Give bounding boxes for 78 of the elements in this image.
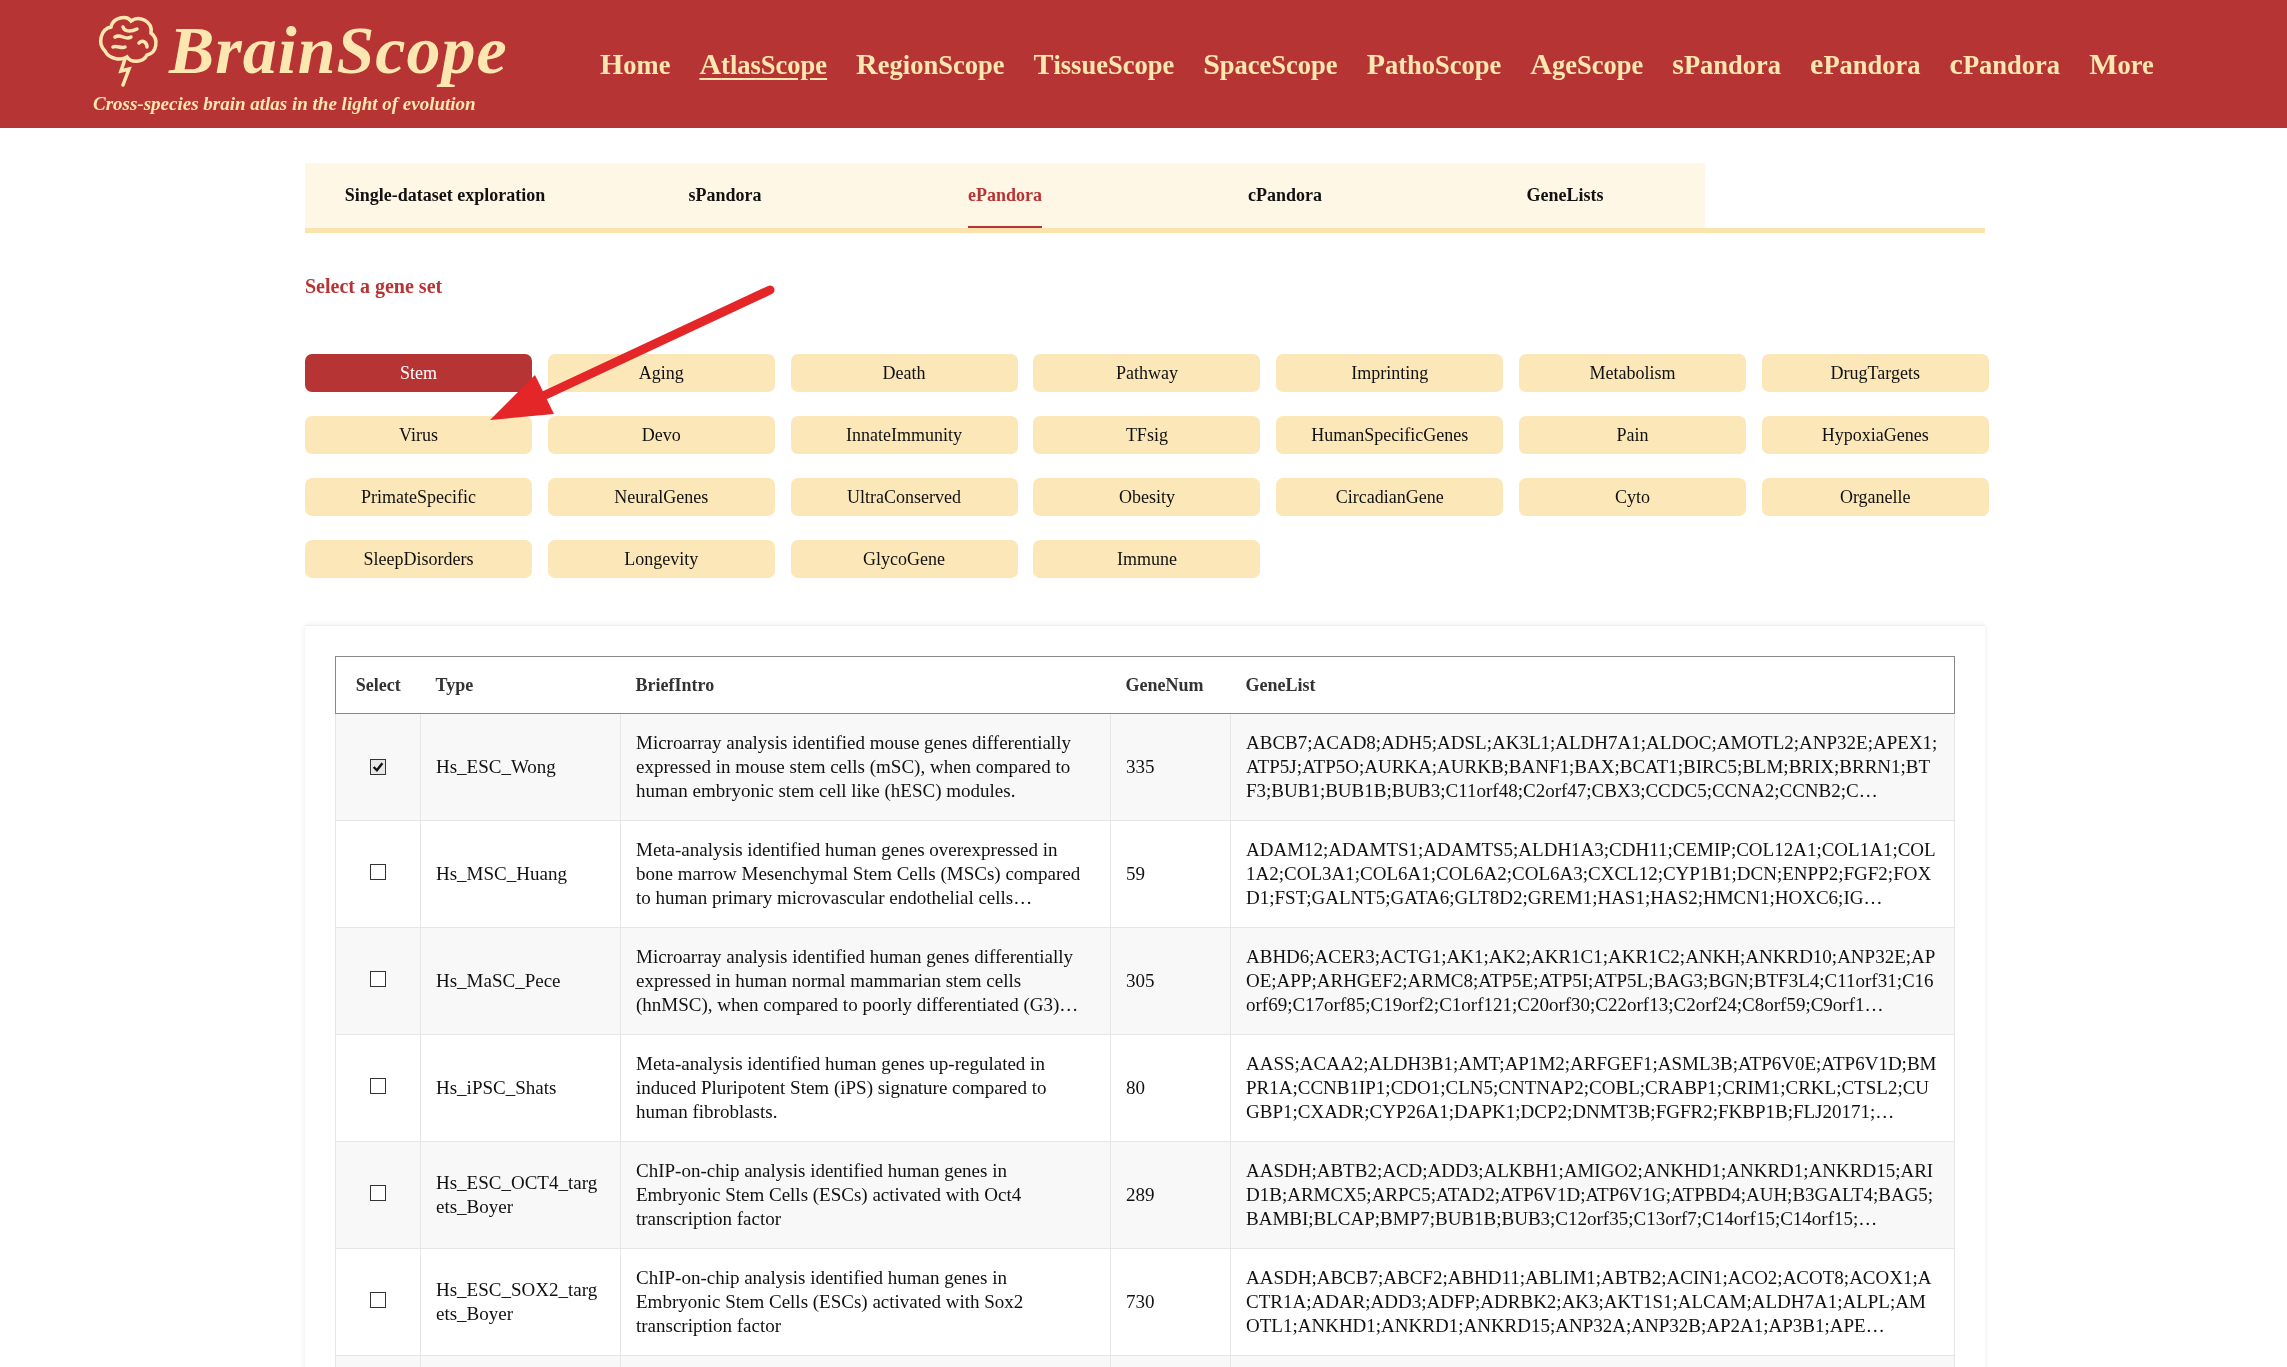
- gene-set-button[interactable]: Pain: [1519, 416, 1746, 454]
- row-checkbox[interactable]: [370, 1078, 386, 1094]
- tab[interactable]: ePandora: [968, 163, 1042, 228]
- intro-cell: Microarray analysis identified human genes differentially expressed in human normal mammarian stem cells (hnMSC), when compared to poorly differentiated (G3)…: [620, 927, 1111, 1035]
- gene-set-button[interactable]: Longevity: [547, 540, 775, 578]
- gene-count-cell: 730: [1110, 1248, 1231, 1356]
- intro-cell: Meta-analysis identified human genes overexpressed in bone marrow Mesenchymal Stem Cells (MSCs) compared to human primary microvascular endothelial cells…: [620, 820, 1111, 928]
- tab[interactable]: GeneLists: [1526, 163, 1604, 228]
- nav-link[interactable]: PathoScope: [1366, 47, 1502, 81]
- gene-list-cell: AASDH;ABCB7;ABCF2;ABHD11;ABLIM1;ABTB2;ACIN1;ACO2;ACOT8;ACOX1;ACTR1A;ADAR;ADD3;ADFP;ADRBK2;AK3;AKT1S1;ALCAM;ALDH7A1;ALPL;AMOTL1;ANKHD1;ANKRD1;ANKRD15;ANP32A;ANP32B;AP2A1;AP3B1;APE…: [1230, 1248, 1955, 1356]
- tab[interactable]: sPandora: [688, 163, 762, 228]
- column-header: GeneList: [1230, 656, 1955, 714]
- nav-link[interactable]: ePandora: [1810, 47, 1921, 81]
- gene-count-cell: 289: [1110, 1141, 1231, 1249]
- nav-link[interactable]: More: [2089, 47, 2154, 81]
- gene-set-button[interactable]: NeuralGenes: [547, 478, 775, 516]
- row-checkbox[interactable]: [370, 971, 386, 987]
- type-cell: Hs_ESC_SOX2_targets_Boyer: [420, 1248, 621, 1356]
- gene-set-button[interactable]: Aging: [547, 354, 775, 392]
- nav-link[interactable]: TissueScope: [1033, 47, 1175, 81]
- site-tagline: Cross-species brain atlas in the light of evolution: [93, 93, 477, 115]
- nav-link[interactable]: cPandora: [1949, 47, 2061, 81]
- gene-set-button[interactable]: Death: [790, 354, 1018, 392]
- gene-list-cell: AASS;ACAA2;ALDH3B1;AMT;AP1M2;ARFGEF1;ASML3B;ATP6V0E;ATP6V1D;BMPR1A;CCNB1IP1;CDO1;CLN5;CNTNAP2;COBL;CRABP1;CRIM1;CRKL;CTSL2;CUGBP1;CXADR;CYP26A1;DAPK1;DCP2;DNMT3B;FGFR2;FKBP1B;FLJ20171;…: [1230, 1034, 1955, 1142]
- gene-set-button[interactable]: Imprinting: [1276, 354, 1504, 392]
- gene-set-button[interactable]: TFsig: [1033, 416, 1261, 454]
- row-checkbox[interactable]: [370, 1292, 386, 1308]
- gene-set-button[interactable]: Immune: [1033, 540, 1261, 578]
- gene-list-cell: AASDH;ABTB2;ACD;ADD3;ALKBH1;AMIGO2;ANKHD1;ANKRD1;ANKRD15;ARID1B;ARMCX5;ARPC5;ATAD2;ATP6V1D;ATP6V1G;ATPBD4;AUH;B3GALT4;BAG5;BAMBI;BLCAP;BMP7;BUB1B;BUB3;C12orf35;C13orf7;C14orf15;C14orf15;…: [1230, 1141, 1955, 1249]
- gene-count-cell: 305: [1110, 927, 1231, 1035]
- gene-set-button[interactable]: Devo: [547, 416, 775, 454]
- gene-set-button[interactable]: Obesity: [1033, 478, 1261, 516]
- gene-list-cell: ADAM12;ADAMTS1;ADAMTS5;ALDH1A3;CDH11;CEMIP;COL12A1;COL1A1;COL1A2;COL3A1;COL6A1;COL6A2;COL6A3;CXCL12;CYP1B1;DCN;ENPP2;FGF2;FOXD1;FST;GALNT5;GATA6;GLT8D2;GREM1;HAS1;HAS2;HMCN1;HOXC6;IG…: [1230, 820, 1955, 928]
- gene-set-button[interactable]: CircadianGene: [1276, 478, 1504, 516]
- gene-set-button[interactable]: Organelle: [1761, 478, 1989, 516]
- gene-set-button[interactable]: GlycoGene: [790, 540, 1018, 578]
- nav-link[interactable]: RegionScope: [856, 47, 1005, 81]
- column-header: Select: [335, 656, 421, 714]
- type-cell: Hs_MaSC_Pece: [420, 927, 621, 1035]
- gene-set-button[interactable]: HumanSpecificGenes: [1276, 416, 1504, 454]
- gene-set-button[interactable]: Stem: [305, 354, 532, 392]
- gene-list-cell: ABCB7;ACAD8;ADH5;ADSL;AK3L1;ALDH7A1;ALDOC;AMOTL2;ANP32E;APEX1;ATP5J;ATP5O;AURKA;AURKB;BANF1;BAX;BCAT1;BIRC5;BLM;BRIX;BRRN1;BTF3;BUB1;BUB1B;BUB3;C11orf48;C2orf47;CBX3;CCDC5;CCNA2;CCNB2;C…: [1230, 713, 1955, 821]
- gene-set-button[interactable]: UltraConserved: [790, 478, 1018, 516]
- gene-count-cell: 335: [1110, 713, 1231, 821]
- nav-link[interactable]: sPandora: [1672, 47, 1782, 81]
- intro-cell: Meta-analysis identified human genes up-regulated in induced Pluripotent Stem (iPS) signature compared to human fibroblasts.: [620, 1034, 1111, 1142]
- row-checkbox[interactable]: [370, 1185, 386, 1201]
- tab[interactable]: Single-dataset exploration: [344, 163, 546, 228]
- gene-set-button[interactable]: Pathway: [1033, 354, 1261, 392]
- gene-set-button[interactable]: InnateImmunity: [790, 416, 1018, 454]
- intro-cell: ChIP-on-chip analysis identified human genes in Embryonic Stem Cells (ESCs) activated with Sox2 transcription factor: [620, 1248, 1111, 1356]
- intro-cell: Microarray analysis identified mouse genes differentially expressed in mouse stem cells (mSC), when compared to human embryonic stem cell like (hESC) modules.: [620, 713, 1111, 821]
- gene-set-button[interactable]: PrimateSpecific: [305, 478, 532, 516]
- type-cell: Hs_iPSC_Shats: [420, 1034, 621, 1142]
- gene-set-button[interactable]: SleepDisorders: [305, 540, 532, 578]
- column-header: BriefIntro: [620, 656, 1111, 714]
- column-header: Type: [420, 656, 621, 714]
- type-cell: Hs_MSC_Huang: [420, 820, 621, 928]
- gene-set-button[interactable]: DrugTargets: [1761, 354, 1989, 392]
- column-header: GeneNum: [1110, 656, 1231, 714]
- section-heading: Select a gene set: [305, 275, 444, 298]
- gene-set-button[interactable]: HypoxiaGenes: [1761, 416, 1989, 454]
- nav-link[interactable]: Home: [600, 47, 671, 81]
- gene-count-cell: 80: [1110, 1034, 1231, 1142]
- row-checkbox[interactable]: [370, 759, 386, 775]
- gene-list-cell: ABHD6;ACER3;ACTG1;AK1;AK2;AKR1C1;AKR1C2;ANKH;ANKRD10;ANP32E;APOE;APP;ARHGEF2;ARMC8;ATP5E;ATP5I;ATP5L;BAG3;BGN;BTF3L4;C11orf31;C16orf69;C17orf85;C19orf2;C1orf121;C20orf30;C22orf13;C2orf24;C8orf59;C9orf1…: [1230, 927, 1955, 1035]
- nav-link[interactable]: SpaceScope: [1203, 47, 1338, 81]
- row-checkbox[interactable]: [370, 864, 386, 880]
- type-cell: Hs_ESC_Wong: [420, 713, 621, 821]
- gene-set-button[interactable]: Metabolism: [1519, 354, 1746, 392]
- gene-set-button[interactable]: Virus: [305, 416, 532, 454]
- type-cell: Hs_ESC_OCT4_targets_Boyer: [420, 1141, 621, 1249]
- intro-cell: ChIP-on-chip analysis identified human genes in Embryonic Stem Cells (ESCs) activated with Oct4 transcription factor: [620, 1141, 1111, 1249]
- nav-link[interactable]: AtlasScope: [699, 47, 828, 81]
- gene-count-cell: 59: [1110, 820, 1231, 928]
- gene-set-button[interactable]: Cyto: [1519, 478, 1746, 516]
- tab[interactable]: cPandora: [1248, 163, 1322, 228]
- nav-link[interactable]: AgeScope: [1530, 47, 1644, 81]
